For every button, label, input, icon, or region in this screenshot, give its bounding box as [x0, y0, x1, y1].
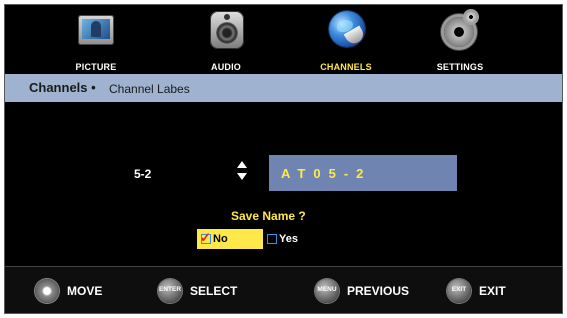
hint-move-label: MOVE	[67, 284, 103, 298]
dpad-icon	[35, 279, 59, 303]
checkmark-icon: ✓	[200, 230, 211, 245]
channel-label-editor: 5-2 AT05-2 Save Name ? ✓ No Yes	[5, 102, 562, 266]
menu-button-icon: MENU	[315, 279, 339, 303]
breadcrumb-main: Channels •	[29, 80, 96, 95]
breadcrumb-sub: Channel Labes	[109, 82, 190, 96]
tv-menu-frame: PICTURE AUDIO CHANNELS SETTINGS Channels…	[4, 4, 563, 314]
hint-previous-label: PREVIOUS	[347, 284, 410, 298]
save-option-yes-label: Yes	[279, 233, 298, 245]
save-option-no-label: No	[213, 233, 228, 245]
save-name-prompt: Save Name ?	[231, 209, 306, 223]
tab-settings-label: SETTINGS	[436, 62, 484, 72]
enter-button-icon: ENTER	[158, 279, 182, 303]
tab-audio[interactable]: AUDIO	[183, 11, 269, 73]
up-down-arrows-icon[interactable]	[235, 158, 249, 184]
channel-name-value: AT05-2	[281, 166, 372, 181]
channel-name-field[interactable]: AT05-2	[269, 155, 457, 191]
exit-button-icon: EXIT	[447, 279, 471, 303]
tab-settings[interactable]: SETTINGS	[417, 11, 503, 73]
tab-channels[interactable]: CHANNELS	[303, 11, 389, 73]
tab-picture-label: PICTURE	[75, 62, 117, 72]
hint-select-label: SELECT	[190, 284, 238, 298]
tab-audio-label: AUDIO	[211, 62, 241, 72]
remote-hints-bar: MOVE ENTER SELECT MENU PREVIOUS EXIT EXI…	[5, 266, 562, 313]
picture-icon	[74, 11, 118, 51]
save-option-yes[interactable]: Yes	[263, 229, 313, 249]
save-option-no[interactable]: ✓ No	[197, 229, 263, 249]
hint-exit-label: EXIT	[479, 284, 506, 298]
tab-channels-label: CHANNELS	[320, 62, 372, 72]
channel-number: 5-2	[134, 167, 152, 181]
breadcrumb: Channels • Channel Labes	[5, 74, 562, 102]
gear-icon	[438, 11, 482, 51]
tab-picture[interactable]: PICTURE	[53, 11, 139, 73]
globe-icon	[324, 11, 368, 51]
checkbox-yes-icon	[267, 234, 277, 244]
speaker-icon	[204, 11, 248, 51]
tab-bar: PICTURE AUDIO CHANNELS SETTINGS	[5, 5, 562, 73]
